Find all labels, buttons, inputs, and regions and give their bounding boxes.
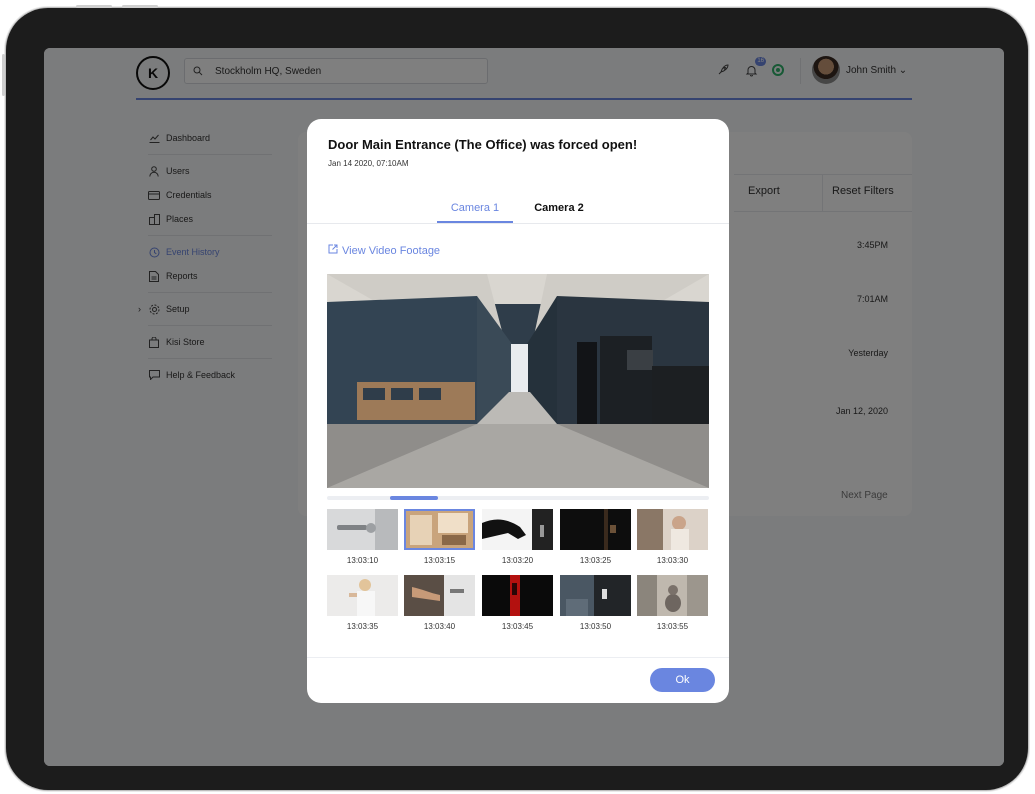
modal-timestamp: Jan 14 2020, 07:10AM — [328, 159, 409, 168]
thumbnail-13-03-30[interactable] — [637, 509, 708, 550]
thumbnail-13-03-45[interactable] — [482, 575, 553, 616]
thumbnail-time: 13:03:40 — [423, 622, 456, 631]
camera-video-frame[interactable] — [327, 274, 709, 488]
camera-tabs: Camera 1 Camera 2 — [307, 189, 729, 224]
thumbnail-13-03-25[interactable] — [560, 509, 631, 550]
thumbnail-time: 13:03:35 — [346, 622, 379, 631]
thumbnail-time: 13:03:55 — [656, 622, 689, 631]
forced-open-alert-modal: Door Main Entrance (The Office) was forc… — [307, 119, 729, 703]
thumbnail-13-03-35[interactable] — [327, 575, 398, 616]
view-video-footage-link[interactable]: View Video Footage — [328, 244, 440, 257]
thumbnail-time: 13:03:30 — [656, 556, 689, 565]
ok-button[interactable]: Ok — [650, 668, 715, 692]
modal-footer-divider — [307, 657, 729, 658]
thumbnail-time: 13:03:10 — [346, 556, 379, 565]
video-scrubber[interactable] — [327, 496, 709, 500]
thumbnail-time: 13:03:25 — [579, 556, 612, 565]
thumbnail-time: 13:03:45 — [501, 622, 534, 631]
tab-camera-2[interactable]: Camera 2 — [521, 195, 597, 221]
tab-camera-1[interactable]: Camera 1 — [437, 195, 513, 223]
thumbnail-time: 13:03:50 — [579, 622, 612, 631]
thumbnail-time: 13:03:20 — [501, 556, 534, 565]
thumbnail-13-03-50[interactable] — [560, 575, 631, 616]
external-link-icon — [328, 244, 338, 257]
scrubber-progress[interactable] — [390, 496, 438, 500]
thumbnail-13-03-20[interactable] — [482, 509, 553, 550]
power-button — [76, 5, 112, 8]
thumbnail-time: 13:03:15 — [423, 556, 456, 565]
thumbnail-13-03-10[interactable] — [327, 509, 398, 550]
volume-button — [2, 54, 5, 96]
thumbnail-13-03-55[interactable] — [637, 575, 708, 616]
thumbnail-13-03-15[interactable] — [404, 509, 475, 550]
thumbnail-13-03-40[interactable] — [404, 575, 475, 616]
video-link-label: View Video Footage — [342, 244, 441, 257]
power-button — [122, 5, 158, 8]
modal-title: Door Main Entrance (The Office) was forc… — [328, 137, 638, 152]
